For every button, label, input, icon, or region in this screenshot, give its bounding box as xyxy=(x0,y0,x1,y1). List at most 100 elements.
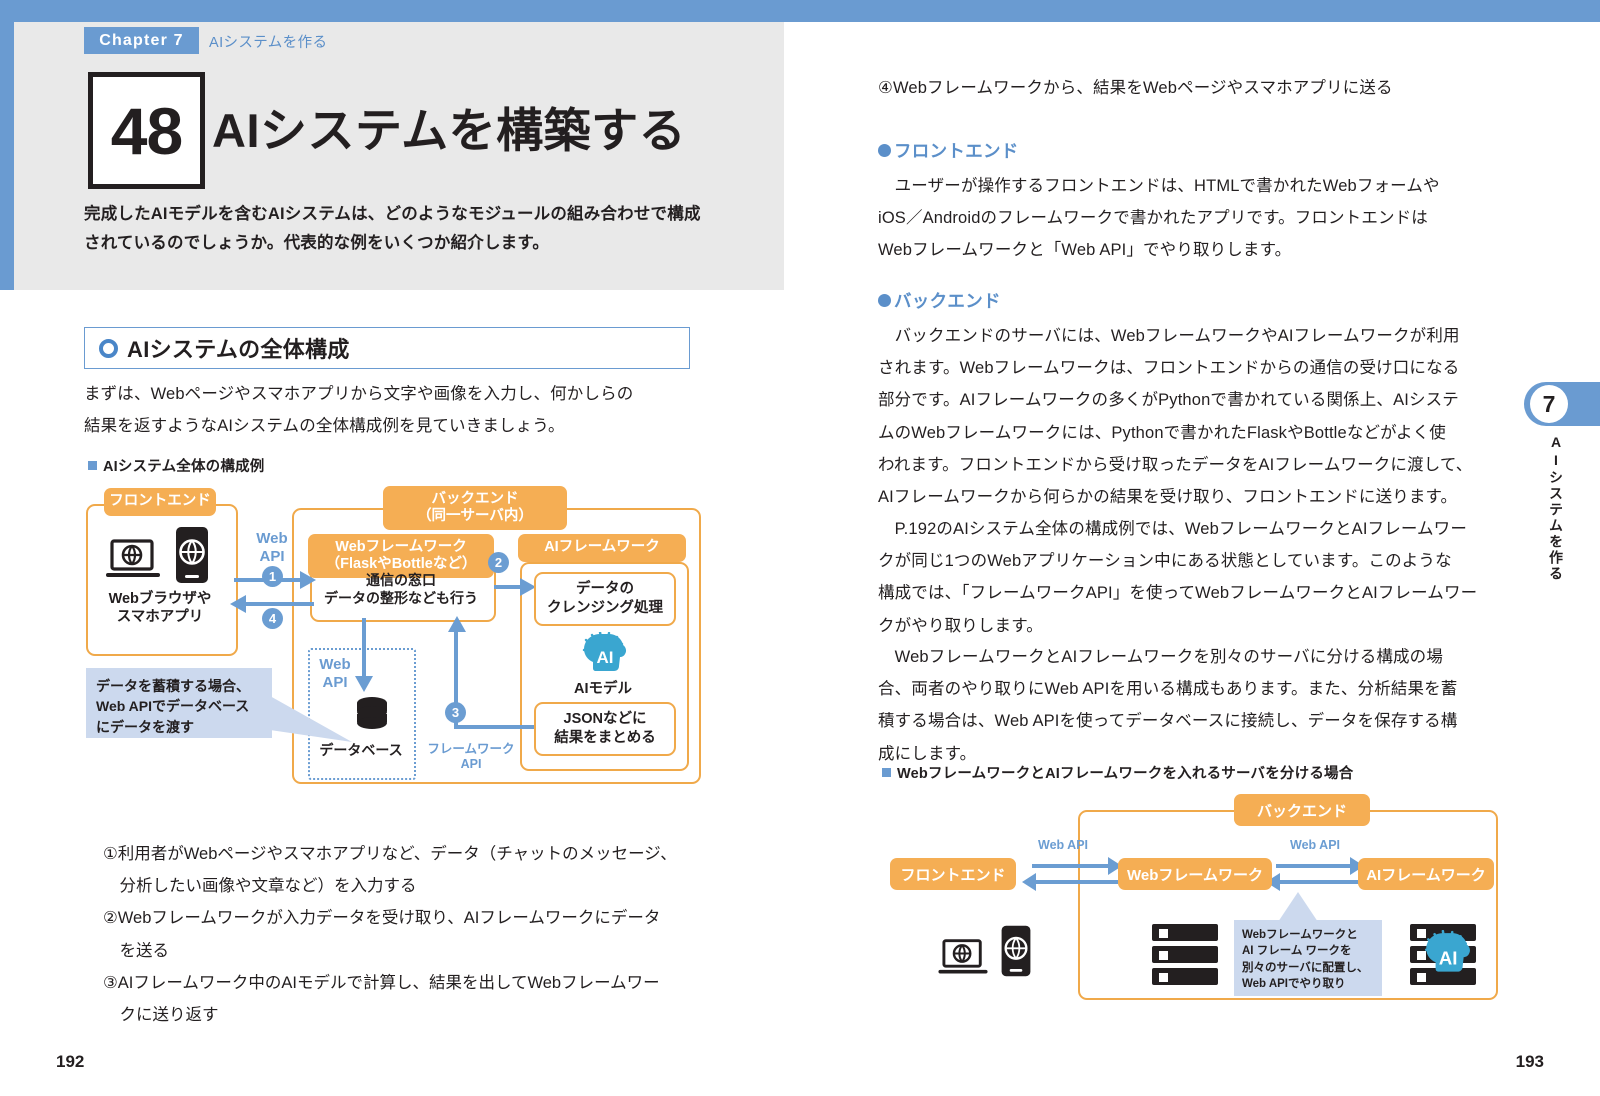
figure-caption-1-label: AIシステム全体の構成例 xyxy=(103,459,265,475)
square-bullet-icon xyxy=(882,768,891,777)
arrow-left-back-head xyxy=(1022,873,1036,891)
callout-pointer xyxy=(270,696,352,742)
database-icon xyxy=(357,697,387,729)
list-item: ③AIフレームワーク中のAIモデルで計算し、結果を出してWebフレームワー xyxy=(102,973,660,992)
system-architecture-diagram: フロントエンド Webブラウザや スマホアプリ バックエンド （同一サーバ内） … xyxy=(84,480,701,805)
backend-p1-line: ムのWebフレームワークには、Pythonで書かれたFlaskやBottleなど… xyxy=(878,423,1446,442)
cleansing-line-1: データの xyxy=(576,581,634,598)
backend-p2-line: P.192のAIシステム全体の構成例では、WebフレームワークとAIフレームワー xyxy=(878,520,1467,538)
split-callout-line-2: AI フレーム ワークを xyxy=(1242,945,1352,958)
arrow-to-database-head xyxy=(355,676,373,692)
step-3-badge: 3 xyxy=(445,702,466,723)
database-callout: データを蓄積する場合、 Web APIでデータベース にデータを渡す xyxy=(86,668,272,738)
section-number-box: 48 xyxy=(88,72,205,189)
framework-api-line-2: API xyxy=(460,757,482,771)
step-2-badge: 2 xyxy=(488,552,509,573)
split-callout-line-1: Webフレームワークと xyxy=(1242,929,1358,941)
framework-api-line-1: フレームワーク xyxy=(427,742,515,756)
arrow-step4-line xyxy=(244,602,314,606)
section-lead: 完成したAIモデルを含むAIシステムは、どのようなモジュールの組み合わせで構成 … xyxy=(84,200,704,258)
backend-paragraph-2: P.192のAIシステム全体の構成例では、WebフレームワークとAIフレームワー… xyxy=(878,513,1488,642)
database-callout-line-1: データを蓄積する場合、 xyxy=(96,678,250,694)
chapter-subtitle: AIシステムを作る xyxy=(209,35,328,51)
cleansing-box: データの クレンジング処理 xyxy=(534,572,676,626)
database-callout-line-2: Web APIでデータベース xyxy=(96,698,250,715)
frontend-device-line-2: スマホアプリ xyxy=(116,609,204,626)
web-framework-body-label: 通信の窓口 データの整形なども行う xyxy=(312,572,490,607)
arrow-to-database-line xyxy=(362,618,366,680)
chapter-side-tab-number: 7 xyxy=(1530,385,1568,423)
chapter-side-tab-label: AIシステムを作る xyxy=(1548,434,1564,582)
backend-tab: バックエンド （同一サーバ内） xyxy=(383,486,567,530)
web-framework-body-line-2: データの整形なども行う xyxy=(324,589,478,606)
section-heading: AIシステムの全体構成 xyxy=(84,327,690,369)
backend-tab-line-2: （同一サーバ内） xyxy=(417,508,533,524)
left-intro-line-1: まずは、Webページやスマホアプリから文字や画像を入力し、何かしらの xyxy=(84,385,634,403)
web-api-label-right: Web API xyxy=(1290,838,1341,852)
json-result-box: JSONなどに 結果をまとめる xyxy=(534,702,676,756)
page-number-left: 192 xyxy=(56,1052,85,1071)
backend-tab-2: バックエンド xyxy=(1234,794,1370,826)
web-api-1-line-2: API xyxy=(259,548,285,565)
list-item: ①利用者がWebページやスマホアプリなど、データ（チャットのメッセージ、 xyxy=(102,845,677,863)
arrow-step4-head xyxy=(230,595,246,613)
backend-p2-line: 構成では、「フレームワークAPI」を使ってWebフレームワークとAIフレームワー xyxy=(878,584,1478,603)
web-framework-tab-line-2: （FlaskやBottleなど） xyxy=(325,556,477,572)
list-item: ②Webフレームワークが入力データを受け取り、AIフレームワークにデータ xyxy=(102,909,661,928)
ai-model-label: AIモデル xyxy=(574,681,632,697)
square-bullet-icon xyxy=(88,461,97,470)
frontend-paragraph-line: ユーザーが操作するフロントエンドは、HTMLで書かれたWebフォームや xyxy=(878,177,1440,195)
right-item-4: ④Webフレームワークから、結果をWebページやスマホアプリに送る xyxy=(878,79,1393,97)
frontend-paragraph-line: Webフレームワークと「Web API」でやり取りします。 xyxy=(878,241,1292,260)
backend-p3-line: 合、両者のやり取りにWeb APIを用いる構成もあります。また、分析結果を蓄 xyxy=(878,680,1458,699)
json-line-2: 結果をまとめる xyxy=(554,730,656,746)
json-line-1: JSONなどに xyxy=(563,711,647,728)
lead-line-2: されているのでしょうか。代表的な例をいくつか紹介します。 xyxy=(84,233,550,252)
round-bullet-icon xyxy=(878,144,891,157)
backend-subheading: バックエンド xyxy=(878,288,1488,313)
smartphone-icon-2 xyxy=(1001,925,1031,977)
web-api-label-1: Web API xyxy=(242,530,302,566)
frontend-subheading-label: フロントエンド xyxy=(894,141,1019,161)
top-color-band xyxy=(0,0,1600,22)
left-intro-line-2: 結果を返すようなAIシステムの全体構成例を見ていきましょう。 xyxy=(84,417,565,436)
server-unit xyxy=(1152,924,1218,941)
server-unit xyxy=(1152,968,1218,985)
circle-bullet-icon xyxy=(99,338,118,358)
figure-caption-1: AIシステム全体の構成例 xyxy=(88,455,264,476)
frontend-device-label: Webブラウザや スマホアプリ xyxy=(90,590,230,626)
frontend-paragraph: ユーザーが操作するフロントエンドは、HTMLで書かれたWebフォームや iOS／… xyxy=(878,170,1488,267)
backend-p2-line: クが同じ1つのWebアプリケーション中にある状態としています。このような xyxy=(878,552,1452,571)
backend-subheading-label: バックエンド xyxy=(894,291,1001,311)
steps-list: ①利用者がWebページやスマホアプリなど、データ（チャットのメッセージ、 分析し… xyxy=(84,838,696,1031)
server-unit xyxy=(1152,946,1218,963)
web-api-2-line-1: Web xyxy=(319,656,351,673)
split-server-callout: Webフレームワークと AI フレーム ワークを 別々のサーバに配置し、 Web… xyxy=(1234,920,1382,996)
round-bullet-icon xyxy=(878,294,891,307)
chapter-tag: Chapter 7 xyxy=(84,27,199,54)
list-item: クに送り返す xyxy=(102,1005,219,1024)
frontend-paragraph-line: iOS／Androidのフレームワークで書かれたアプリです。フロントエンドは xyxy=(878,209,1428,228)
lead-line-1: 完成したAIモデルを含むAIシステムは、どのようなモジュールの組み合わせで構成 xyxy=(84,205,701,223)
left-intro-paragraph: まずは、Webページやスマホアプリから文字や画像を入力し、何かしらの 結果を返す… xyxy=(84,378,692,442)
backend-p3-line: 積する場合は、Web APIを使ってデータベースに接続し、データを保存する構 xyxy=(878,712,1458,731)
backend-p1-line: 部分です。AIフレームワークの多くがPythonで書かれている関係上、AIシステ xyxy=(878,391,1459,410)
arrow-step3-head xyxy=(448,616,466,632)
web-framework-tab-2: Webフレームワーク xyxy=(1118,858,1272,890)
backend-p1-line: されます。Webフレームワークは、フロントエンドからの通信の受け口になる xyxy=(878,359,1460,378)
frontend-tab-2: フロントエンド xyxy=(890,858,1016,890)
list-item: 分析したい画像や文章など）を入力する xyxy=(102,877,417,896)
arrow-step3-horizontal xyxy=(454,725,536,729)
framework-api-label: フレームワーク API xyxy=(418,742,524,772)
database-label: データベース xyxy=(319,742,403,758)
figure-caption-2-label: WebフレームワークとAIフレームワークを入れるサーバを分ける場合 xyxy=(897,766,1354,782)
page-title: AIシステムを構築する xyxy=(212,104,687,157)
ai-brain-icon-2: AI xyxy=(1424,930,1470,972)
ai-brain-icon: AI xyxy=(582,632,627,671)
backend-p1-line: バックエンドのサーバには、WebフレームワークやAIフレームワークが利用 xyxy=(878,327,1460,345)
step-4-badge: 4 xyxy=(262,608,283,629)
section-number: 48 xyxy=(110,93,183,168)
backend-tab-line-1: バックエンド xyxy=(431,490,519,507)
list-item: を送る xyxy=(102,941,169,960)
web-api-1-line-1: Web xyxy=(256,530,288,547)
